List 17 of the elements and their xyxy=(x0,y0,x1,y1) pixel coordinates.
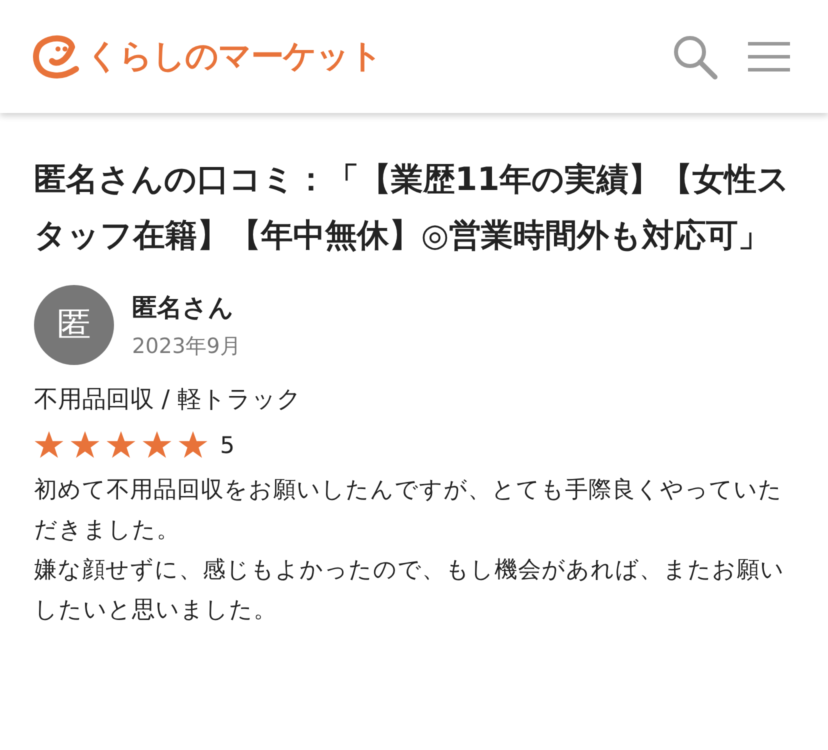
menu-icon[interactable] xyxy=(748,42,790,72)
star-icon xyxy=(106,431,136,460)
star-icon xyxy=(70,431,100,460)
star-icon xyxy=(178,431,208,460)
rating-value: 5 xyxy=(220,432,235,458)
review-text: 初めて不用品回収をお願いしたんですが、とても手際良くやっていただきました。 xyxy=(34,476,784,545)
star-icon xyxy=(142,431,172,460)
star-icon xyxy=(34,431,64,460)
search-icon[interactable] xyxy=(672,34,718,80)
author-name: 匿名さん xyxy=(132,292,235,324)
review-date: 2023年9月 xyxy=(132,332,241,360)
logo-icon xyxy=(32,34,82,78)
service-category: 不用品回収 / 軽トラック xyxy=(34,384,302,415)
review-text: 嫌な顔せずに、感じもよかったので、もし機会があれば、またお願いしたいと思いました。 xyxy=(34,556,786,625)
review-title: 匿名さんの口コミ：「【業歴11年の実績】【女性スタッフ在籍】【年中無休】◎営業時間外も対応可」 xyxy=(34,159,791,256)
logo-text[interactable]: くらしのマーケット xyxy=(86,34,382,79)
avatar: 匿 xyxy=(34,285,114,365)
